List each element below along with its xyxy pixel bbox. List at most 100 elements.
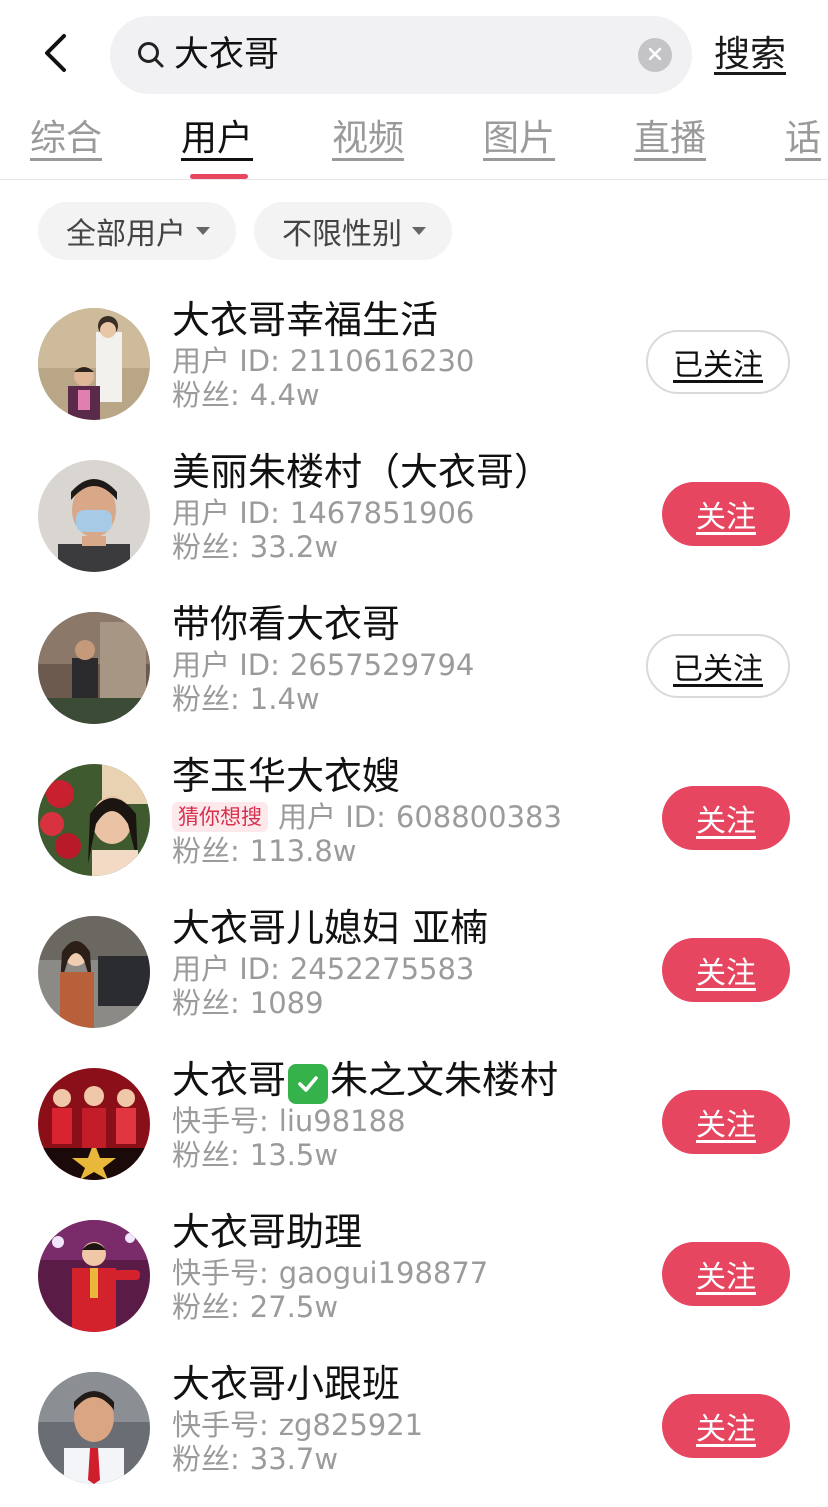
user-row[interactable]: 大衣哥 朱之文朱楼村 快手号: liu98188 粉丝: 13.5w 关注	[0, 1058, 828, 1220]
fans-line: 粉丝: 27.5w	[172, 1290, 642, 1324]
user-row[interactable]: 大衣哥儿媳妇 亚楠 用户 ID: 2452275583 粉丝: 1089 关注	[0, 906, 828, 1068]
id-label: 快手号:	[172, 1256, 269, 1290]
id-label: 快手号:	[172, 1408, 269, 1442]
avatar[interactable]	[38, 916, 150, 1028]
follow-button[interactable]: 关注	[662, 786, 790, 850]
follow-button[interactable]: 关注	[662, 1242, 790, 1306]
user-name: 带你看大衣哥	[172, 602, 401, 646]
avatar[interactable]	[38, 1068, 150, 1180]
search-submit-button[interactable]: 搜索	[714, 30, 786, 80]
filter-bar: 全部用户 不限性别	[38, 202, 452, 260]
fans-label: 粉丝:	[172, 834, 240, 868]
fans-count: 113.8w	[249, 834, 357, 868]
fans-label: 粉丝:	[172, 986, 240, 1020]
user-id-line: 用户 ID: 1467851906	[172, 496, 642, 530]
fans-label: 粉丝:	[172, 530, 240, 564]
fans-label: 粉丝:	[172, 1138, 240, 1172]
tab-images[interactable]: 图片	[483, 116, 555, 162]
clear-button[interactable]	[638, 38, 672, 72]
user-info: 带你看大衣哥 用户 ID: 2657529794 粉丝: 1.4w	[172, 600, 642, 716]
avatar[interactable]	[38, 1372, 150, 1484]
follow-button[interactable]: 关注	[662, 1394, 790, 1458]
tab-videos[interactable]: 视频	[332, 116, 404, 162]
fans-count: 27.5w	[249, 1290, 339, 1324]
id-label: 快手号:	[172, 1104, 269, 1138]
id-value: 1467851906	[289, 496, 475, 530]
id-value: liu98188	[278, 1104, 406, 1138]
fans-line: 粉丝: 13.5w	[172, 1138, 642, 1172]
fans-line: 粉丝: 113.8w	[172, 834, 642, 868]
search-input[interactable]: 大衣哥	[174, 16, 638, 94]
tab-live[interactable]: 直播	[634, 116, 706, 162]
name-part: 大衣哥	[172, 1058, 287, 1102]
avatar[interactable]	[38, 460, 150, 572]
user-id-line: 快手号: gaogui198877	[172, 1256, 642, 1290]
id-label: 用户 ID:	[172, 344, 280, 378]
id-label: 用户 ID:	[172, 648, 280, 682]
fans-count: 33.2w	[249, 530, 339, 564]
user-info: 大衣哥助理 快手号: gaogui198877 粉丝: 27.5w	[172, 1208, 642, 1324]
user-row[interactable]: 李玉华大衣嫂 猜你想搜 用户 ID: 608800383 粉丝: 113.8w …	[0, 754, 828, 916]
id-value: gaogui198877	[278, 1256, 489, 1290]
filter-gender[interactable]: 不限性别	[254, 202, 452, 260]
fans-count: 1.4w	[249, 682, 320, 716]
user-name: 美丽朱楼村（大衣哥）	[172, 450, 553, 494]
close-icon	[648, 46, 662, 65]
chevron-left-icon	[40, 32, 70, 78]
fans-count: 1089	[249, 986, 324, 1020]
fans-label: 粉丝:	[172, 1442, 240, 1476]
user-info: 大衣哥 朱之文朱楼村 快手号: liu98188 粉丝: 13.5w	[172, 1056, 642, 1172]
fans-line: 粉丝: 1089	[172, 986, 642, 1020]
user-name: 大衣哥儿媳妇 亚楠	[172, 906, 489, 950]
user-id-line: 用户 ID: 2452275583	[172, 952, 642, 986]
fans-label: 粉丝:	[172, 378, 240, 412]
follow-button[interactable]: 关注	[662, 938, 790, 1002]
user-info: 大衣哥儿媳妇 亚楠 用户 ID: 2452275583 粉丝: 1089	[172, 904, 642, 1020]
user-row[interactable]: 美丽朱楼村（大衣哥） 用户 ID: 1467851906 粉丝: 33.2w 关…	[0, 450, 828, 612]
top-bar: 大衣哥 搜索	[0, 0, 828, 110]
fans-line: 粉丝: 1.4w	[172, 682, 642, 716]
user-name: 大衣哥助理	[172, 1210, 363, 1254]
user-info: 大衣哥小跟班 快手号: zg825921 粉丝: 33.7w	[172, 1360, 642, 1476]
fans-line: 粉丝: 33.2w	[172, 530, 642, 564]
user-id-line: 用户 ID: 2657529794	[172, 648, 642, 682]
avatar[interactable]	[38, 308, 150, 420]
user-row[interactable]: 带你看大衣哥 用户 ID: 2657529794 粉丝: 1.4w 已关注	[0, 602, 828, 764]
search-icon	[134, 38, 168, 72]
filter-user-type[interactable]: 全部用户	[38, 202, 236, 260]
user-id-line: 快手号: liu98188	[172, 1104, 642, 1138]
caret-down-icon	[412, 227, 426, 235]
tab-bar: 综合 用户 视频 图片 直播 话	[0, 112, 828, 180]
following-button[interactable]: 已关注	[646, 634, 790, 698]
suggested-tag: 猜你想搜	[172, 802, 268, 832]
avatar[interactable]	[38, 1220, 150, 1332]
id-value: 2110616230	[289, 344, 475, 378]
user-row[interactable]: 大衣哥幸福生活 用户 ID: 2110616230 粉丝: 4.4w 已关注	[0, 298, 828, 460]
fans-line: 粉丝: 4.4w	[172, 378, 642, 412]
tab-all[interactable]: 综合	[30, 116, 102, 162]
tab-users[interactable]: 用户	[181, 116, 253, 162]
user-row[interactable]: 大衣哥小跟班 快手号: zg825921 粉丝: 33.7w 关注	[0, 1362, 828, 1507]
filter-label: 全部用户	[66, 217, 186, 252]
follow-button[interactable]: 关注	[662, 482, 790, 546]
user-name: 大衣哥幸福生活	[172, 298, 439, 342]
follow-button[interactable]: 关注	[662, 1090, 790, 1154]
avatar[interactable]	[38, 764, 150, 876]
search-box[interactable]: 大衣哥	[110, 16, 692, 94]
user-id-line: 用户 ID: 2110616230	[172, 344, 642, 378]
verified-check-icon	[288, 1064, 329, 1104]
user-info: 李玉华大衣嫂 猜你想搜 用户 ID: 608800383 粉丝: 113.8w	[172, 752, 642, 868]
tab-topics[interactable]: 话	[785, 116, 821, 162]
back-button[interactable]	[30, 30, 80, 80]
user-name: 大衣哥 朱之文朱楼村	[172, 1056, 642, 1104]
caret-down-icon	[196, 227, 210, 235]
following-button[interactable]: 已关注	[646, 330, 790, 394]
user-info: 美丽朱楼村（大衣哥） 用户 ID: 1467851906 粉丝: 33.2w	[172, 448, 642, 564]
user-row[interactable]: 大衣哥助理 快手号: gaogui198877 粉丝: 27.5w 关注	[0, 1210, 828, 1372]
id-value: zg825921	[278, 1408, 424, 1442]
name-part: 朱之文朱楼村	[330, 1058, 559, 1102]
user-name: 李玉华大衣嫂	[172, 754, 401, 798]
fans-count: 4.4w	[249, 378, 320, 412]
avatar[interactable]	[38, 612, 150, 724]
id-label: 用户 ID:	[172, 952, 280, 986]
